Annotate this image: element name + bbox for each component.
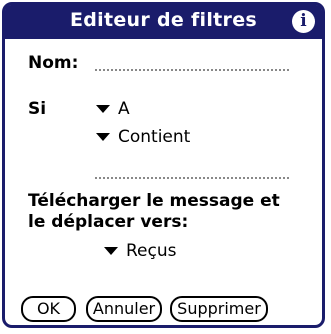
dropdown-arrow-icon bbox=[96, 133, 110, 141]
action-label-line1: Télécharger le message et bbox=[28, 191, 280, 211]
field-dropdown[interactable]: A bbox=[96, 99, 130, 119]
delete-button[interactable]: Supprimer bbox=[170, 296, 268, 322]
folder-dropdown-value: Reçus bbox=[126, 241, 177, 261]
cancel-button[interactable]: Annuler bbox=[86, 296, 162, 322]
dropdown-arrow-icon bbox=[104, 247, 118, 255]
field-dropdown-value: A bbox=[118, 99, 130, 119]
condition-label: Si bbox=[28, 99, 47, 119]
operator-dropdown[interactable]: Contient bbox=[96, 127, 190, 147]
name-field[interactable] bbox=[95, 69, 289, 71]
condition-value-field[interactable] bbox=[95, 177, 289, 179]
name-label: Nom: bbox=[28, 53, 79, 73]
operator-dropdown-value: Contient bbox=[118, 127, 191, 147]
info-icon[interactable]: i bbox=[292, 10, 315, 33]
dialog-title: Editeur de filtres bbox=[69, 9, 257, 31]
filter-editor-dialog: Editeur de filtres i Nom: Si A Contient … bbox=[2, 2, 325, 328]
action-label-line2: le déplacer vers: bbox=[28, 212, 189, 232]
folder-dropdown[interactable]: Reçus bbox=[104, 241, 177, 261]
title-bar: Editeur de filtres i bbox=[5, 5, 322, 39]
ok-button[interactable]: OK bbox=[21, 296, 76, 322]
dropdown-arrow-icon bbox=[96, 105, 110, 113]
